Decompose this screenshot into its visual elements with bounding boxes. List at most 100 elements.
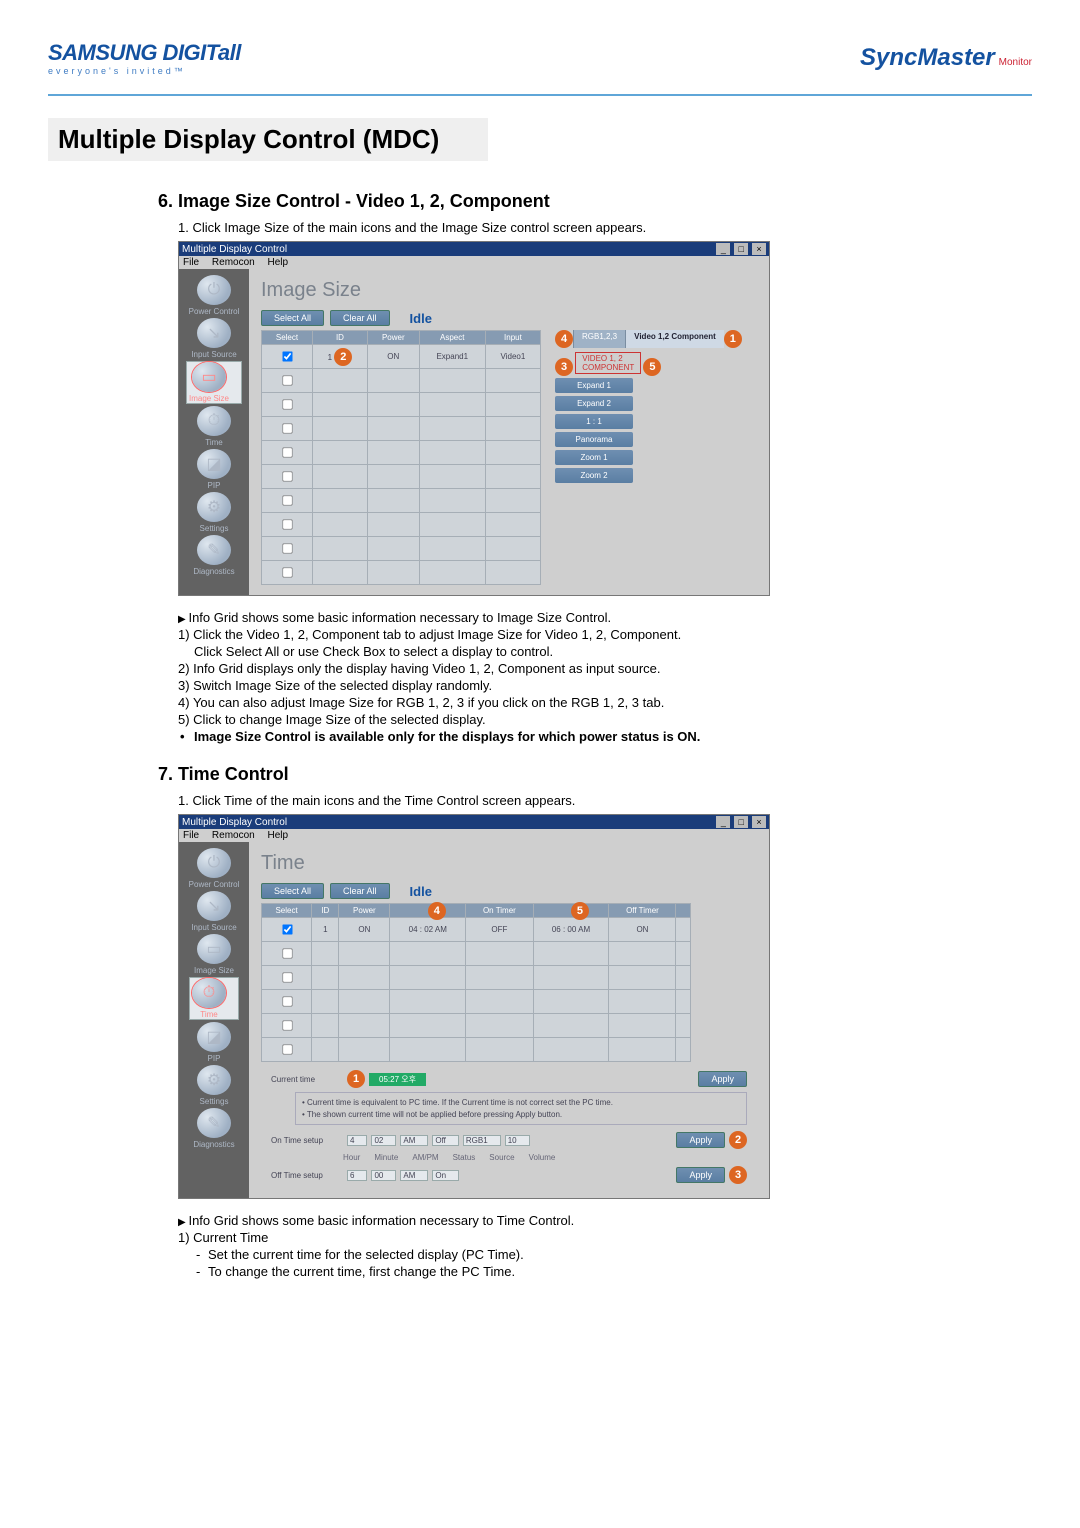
col-select: Select [262,331,313,345]
sidebar-item-diagnostics[interactable]: ✎Diagnostics [193,1108,234,1149]
menu-help[interactable]: Help [268,257,289,268]
badge-2: 2 [729,1131,747,1149]
section6-intro: Click Image Size of the main icons and t… [178,220,1032,235]
on-minute[interactable]: 02 [371,1135,396,1146]
app-main: Time Select All Clear All Idle Select ID… [249,842,769,1198]
col-id: ID [312,904,339,918]
sidebar-item-pip[interactable]: ◪PIP [197,449,231,490]
row-checkbox[interactable] [282,948,292,958]
col-ampm: AM/PM [412,1153,438,1162]
opt-panorama[interactable]: Panorama [555,432,633,447]
select-all-button[interactable]: Select All [261,883,324,899]
sidebar-item-input-source[interactable]: ↘Input Source [191,318,236,359]
row-checkbox[interactable] [282,1044,292,1054]
window-menubar: File Remocon Help [179,829,769,842]
row-checkbox[interactable] [282,1020,292,1030]
row-checkbox[interactable] [282,471,292,481]
source-label: VIDEO 1, 2 COMPONENT [575,352,641,374]
menu-remocon[interactable]: Remocon [212,830,255,841]
opt-expand2[interactable]: Expand 2 [555,396,633,411]
screenshot-time: Multiple Display Control _ □ × File Remo… [178,814,770,1199]
opt-zoom1[interactable]: Zoom 1 [555,450,633,465]
opt-1-1[interactable]: 1 : 1 [555,414,633,429]
sidebar-item-image-size[interactable]: ▭Image Size [186,361,242,404]
section7-heading: 7. Time Control [158,764,1032,785]
table-row[interactable]: 1 ON 04 : 02 AM OFF 06 : 00 AM ON [262,918,691,942]
badge-1: 1 [347,1070,365,1088]
on-hour[interactable]: 4 [347,1135,367,1146]
row-checkbox[interactable] [282,447,292,457]
sidebar-item-pip[interactable]: ◪PIP [197,1022,231,1063]
on-volume[interactable]: 10 [505,1135,530,1146]
row-checkbox[interactable] [282,351,292,361]
sidebar-item-settings[interactable]: ⚙Settings [197,492,231,533]
menu-help[interactable]: Help [268,830,289,841]
row-checkbox[interactable] [282,495,292,505]
maximize-icon[interactable]: □ [734,816,748,828]
row-checkbox[interactable] [282,399,292,409]
info-grid-time: Select ID Power 4 On Timer 5 Off Timer 1… [261,903,691,1062]
apply-on-time-button[interactable]: Apply [676,1132,725,1148]
minimize-icon[interactable]: _ [716,243,730,255]
off-time-label: Off Time setup [271,1171,343,1180]
close-icon[interactable]: × [752,243,766,255]
minimize-icon[interactable]: _ [716,816,730,828]
row-checkbox[interactable] [282,567,292,577]
current-time-value: 05:27 오후 [369,1073,426,1086]
row-checkbox[interactable] [282,996,292,1006]
menu-file[interactable]: File [183,257,199,268]
section7-notes: Info Grid shows some basic information n… [178,1213,1032,1279]
note: You can also adjust Image Size for RGB 1… [178,695,1032,710]
row-checkbox[interactable] [282,543,292,553]
note: Current Time [178,1230,1032,1245]
sidebar-item-power[interactable]: ⏻Power Control [189,275,240,316]
source-tabs: 4 RGB1,2,3 Video 1,2 Component 1 [555,330,742,348]
tab-rgb[interactable]: RGB1,2,3 [573,330,625,348]
sidebar-item-image-size[interactable]: ▭Image Size [194,934,234,975]
off-hour[interactable]: 6 [347,1170,367,1181]
col-on-timer: On Timer [466,904,533,918]
menu-file[interactable]: File [183,830,199,841]
menu-remocon[interactable]: Remocon [212,257,255,268]
clear-all-button[interactable]: Clear All [330,883,390,899]
row-checkbox[interactable] [282,972,292,982]
row-checkbox[interactable] [282,924,292,934]
on-source[interactable]: RGB1 [463,1135,501,1146]
row-checkbox[interactable] [282,423,292,433]
note: To change the current time, first change… [178,1264,1032,1279]
page-header: SAMSUNG DIGITall everyone's invited™ Syn… [48,40,1032,96]
panel-title: Time [261,852,757,875]
row-checkbox[interactable] [282,519,292,529]
opt-expand1[interactable]: Expand 1 [555,378,633,393]
table-row[interactable]: 1 2 ON Expand1 Video1 [262,345,541,369]
sidebar-item-settings[interactable]: ⚙Settings [197,1065,231,1106]
off-minute[interactable]: 00 [371,1170,396,1181]
clear-all-button[interactable]: Clear All [330,310,390,326]
sidebar-item-time[interactable]: ⏱Time [189,977,239,1020]
screenshot-image-size: Multiple Display Control _ □ × File Remo… [178,241,770,596]
opt-zoom2[interactable]: Zoom 2 [555,468,633,483]
syncmaster-logo: SyncMaster [860,44,995,71]
sidebar-item-diagnostics[interactable]: ✎Diagnostics [193,535,234,576]
col-aspect: Aspect [419,331,485,345]
app-sidebar: ⏻Power Control ↘Input Source ▭Image Size… [179,269,249,595]
sidebar-item-input-source[interactable]: ↘Input Source [191,891,236,932]
note: Info Grid displays only the display havi… [178,661,1032,676]
off-status[interactable]: On [432,1170,459,1181]
on-ampm[interactable]: AM [400,1135,428,1146]
select-all-button[interactable]: Select All [261,310,324,326]
row-checkbox[interactable] [282,375,292,385]
col-input: Input [485,331,540,345]
window-title: Multiple Display Control [182,817,287,828]
on-status[interactable]: Off [432,1135,459,1146]
maximize-icon[interactable]: □ [734,243,748,255]
sidebar-item-power[interactable]: ⏻Power Control [189,848,240,889]
note-bold: Image Size Control is available only for… [178,729,1032,744]
off-ampm[interactable]: AM [400,1170,428,1181]
apply-off-time-button[interactable]: Apply [676,1167,725,1183]
apply-current-time-button[interactable]: Apply [698,1071,747,1087]
tab-video-component[interactable]: Video 1,2 Component [625,330,724,348]
close-icon[interactable]: × [752,816,766,828]
sidebar-item-time[interactable]: ⏱Time [197,406,231,447]
section-time: 7. Time Control Click Time of the main i… [48,764,1032,1279]
